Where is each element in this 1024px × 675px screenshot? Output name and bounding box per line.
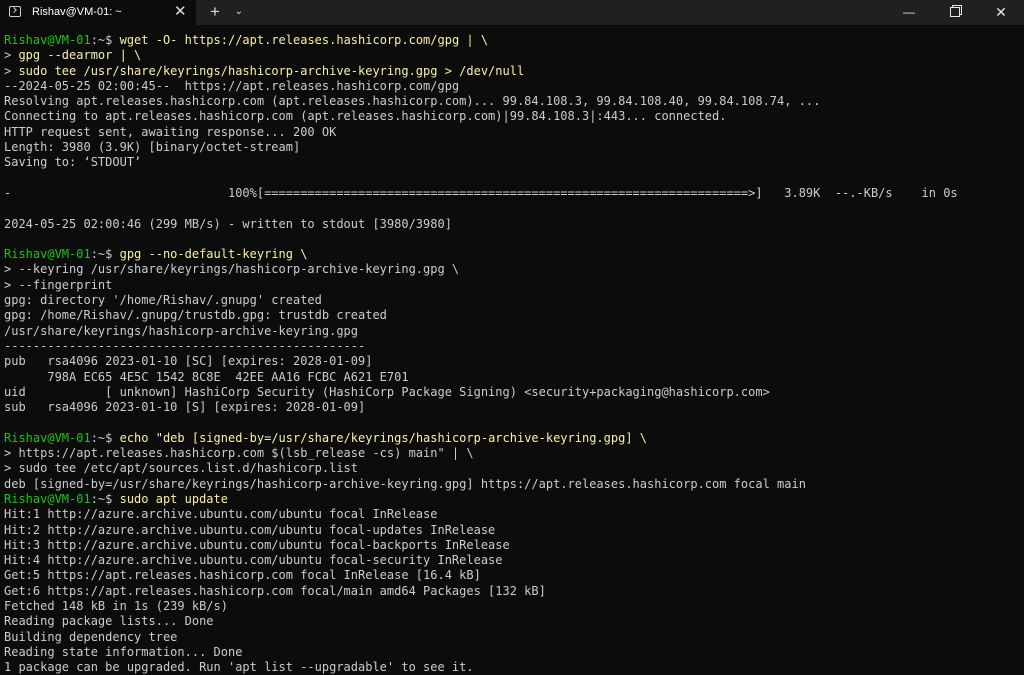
continuation-line: > https://apt.releases.hashicorp.com $(l…: [4, 446, 1022, 461]
command-text: echo "deb [signed-by=/usr/share/keyrings…: [119, 430, 648, 445]
prompt-user: Rishav@VM-01: [4, 247, 91, 262]
continuation-prefix: > sudo tee /etc/apt/sources.list.d/hashi…: [4, 461, 359, 476]
output-line: 1 package can be upgraded. Run 'apt list…: [4, 660, 474, 675]
prompt-path: :~$: [90, 430, 120, 445]
output-line: gpg: directory '/home/Rishav/.gnupg' cre…: [4, 293, 322, 308]
output-line: deb [signed-by=/usr/share/keyrings/hashi…: [4, 476, 806, 491]
output-line: - 100%[=================================…: [4, 185, 958, 200]
output-line: uid [ unknown] HashiCorp Security (Hashi…: [4, 384, 770, 399]
prompt-user: Rishav@VM-01: [4, 491, 91, 506]
continuation-prefix: >: [4, 48, 19, 63]
output-line: Reading package lists... Done: [4, 614, 214, 629]
output-line: Building dependency tree: [4, 629, 178, 644]
continuation-line: > --keyring /usr/share/keyrings/hashicor…: [4, 262, 1022, 277]
output-line: Hit:3 http://azure.archive.ubuntu.com/ub…: [4, 537, 510, 552]
title-bar: Rishav@VM-01: ~ ✕ + ⌄ — ✕: [0, 0, 1024, 25]
command-text: wget -O- https://apt.releases.hashicorp.…: [119, 33, 489, 47]
output-line: /usr/share/keyrings/hashicorp-archive-ke…: [4, 323, 359, 338]
prompt-line: Rishav@VM-01:~$ gpg --no-default-keyring…: [4, 247, 1022, 262]
output-line: Reading state information... Done: [4, 644, 243, 659]
continuation-line: > --fingerprint: [4, 278, 1022, 293]
terminal-tab[interactable]: Rishav@VM-01: ~ ✕: [0, 0, 196, 25]
continuation-line: > sudo tee /etc/apt/sources.list.d/hashi…: [4, 461, 1022, 476]
output-line: Saving to: ‘STDOUT’: [4, 155, 142, 170]
command-text: gpg --no-default-keyring \: [119, 247, 308, 262]
prompt-line: Rishav@VM-01:~$ echo "deb [signed-by=/us…: [4, 431, 1022, 446]
minimize-button[interactable]: —: [886, 0, 932, 25]
tab-title: Rishav@VM-01: ~: [32, 6, 122, 18]
terminal-output[interactable]: Rishav@VM-01:~$ wget -O- https://apt.rel…: [4, 33, 1022, 675]
continuation-prefix: > --keyring /usr/share/keyrings/hashicor…: [4, 262, 460, 277]
output-line: Hit:4 http://azure.archive.ubuntu.com/ub…: [4, 553, 503, 568]
continuation-line: > gpg --dearmor | \: [4, 48, 1022, 63]
output-line: Connecting to apt.releases.hashicorp.com…: [4, 109, 727, 124]
output-line: 2024-05-25 02:00:46 (299 MB/s) - written…: [4, 216, 452, 231]
output-line: Fetched 148 kB in 1s (239 kB/s): [4, 598, 228, 613]
output-line: gpg: /home/Rishav/.gnupg/trustdb.gpg: tr…: [4, 308, 387, 323]
output-line: Get:6 https://apt.releases.hashicorp.com…: [4, 583, 546, 598]
close-window-button[interactable]: ✕: [978, 0, 1024, 25]
maximize-button[interactable]: [932, 0, 978, 25]
prompt-line: Rishav@VM-01:~$ wget -O- https://apt.rel…: [4, 33, 1022, 48]
prompt-path: :~$: [90, 491, 120, 506]
prompt-user: Rishav@VM-01: [4, 33, 91, 47]
output-line: ----------------------------------------…: [4, 338, 366, 353]
command-text: gpg --dearmor | \: [18, 48, 142, 63]
prompt-path: :~$: [90, 247, 120, 262]
output-line: 798A EC65 4E5C 1542 8C8E 42EE AA16 FCBC …: [4, 369, 409, 384]
output-line: --2024-05-25 02:00:45-- https://apt.rele…: [4, 78, 460, 93]
output-line: Hit:2 http://azure.archive.ubuntu.com/ub…: [4, 522, 496, 537]
continuation-line: > sudo tee /usr/share/keyrings/hashicorp…: [4, 64, 1022, 79]
tab-close-button[interactable]: ✕: [174, 3, 187, 20]
output-line: Get:5 https://apt.releases.hashicorp.com…: [4, 568, 481, 583]
output-line: pub rsa4096 2023-01-10 [SC] [expires: 20…: [4, 354, 373, 369]
prompt-line: Rishav@VM-01:~$ sudo apt update: [4, 492, 1022, 507]
terminal-icon: [9, 6, 21, 17]
prompt-user: Rishav@VM-01: [4, 430, 91, 445]
continuation-prefix: > https://apt.releases.hashicorp.com $(l…: [4, 446, 474, 461]
command-text: sudo tee /usr/share/keyrings/hashicorp-a…: [18, 63, 525, 78]
output-line: Length: 3980 (3.9K) [binary/octet-stream…: [4, 140, 301, 155]
output-line: HTTP request sent, awaiting response... …: [4, 124, 337, 139]
tab-dropdown-button[interactable]: ⌄: [230, 3, 248, 21]
output-line: Hit:1 http://azure.archive.ubuntu.com/ub…: [4, 507, 438, 522]
output-line: sub rsa4096 2023-01-10 [S] [expires: 202…: [4, 400, 366, 415]
command-text: sudo apt update: [119, 491, 228, 506]
restore-icon: [950, 7, 960, 17]
output-line: Resolving apt.releases.hashicorp.com (ap…: [4, 94, 821, 109]
continuation-prefix: > --fingerprint: [4, 277, 113, 292]
continuation-prefix: >: [4, 63, 19, 78]
prompt-path: :~$: [90, 33, 120, 47]
new-tab-button[interactable]: +: [206, 2, 224, 22]
